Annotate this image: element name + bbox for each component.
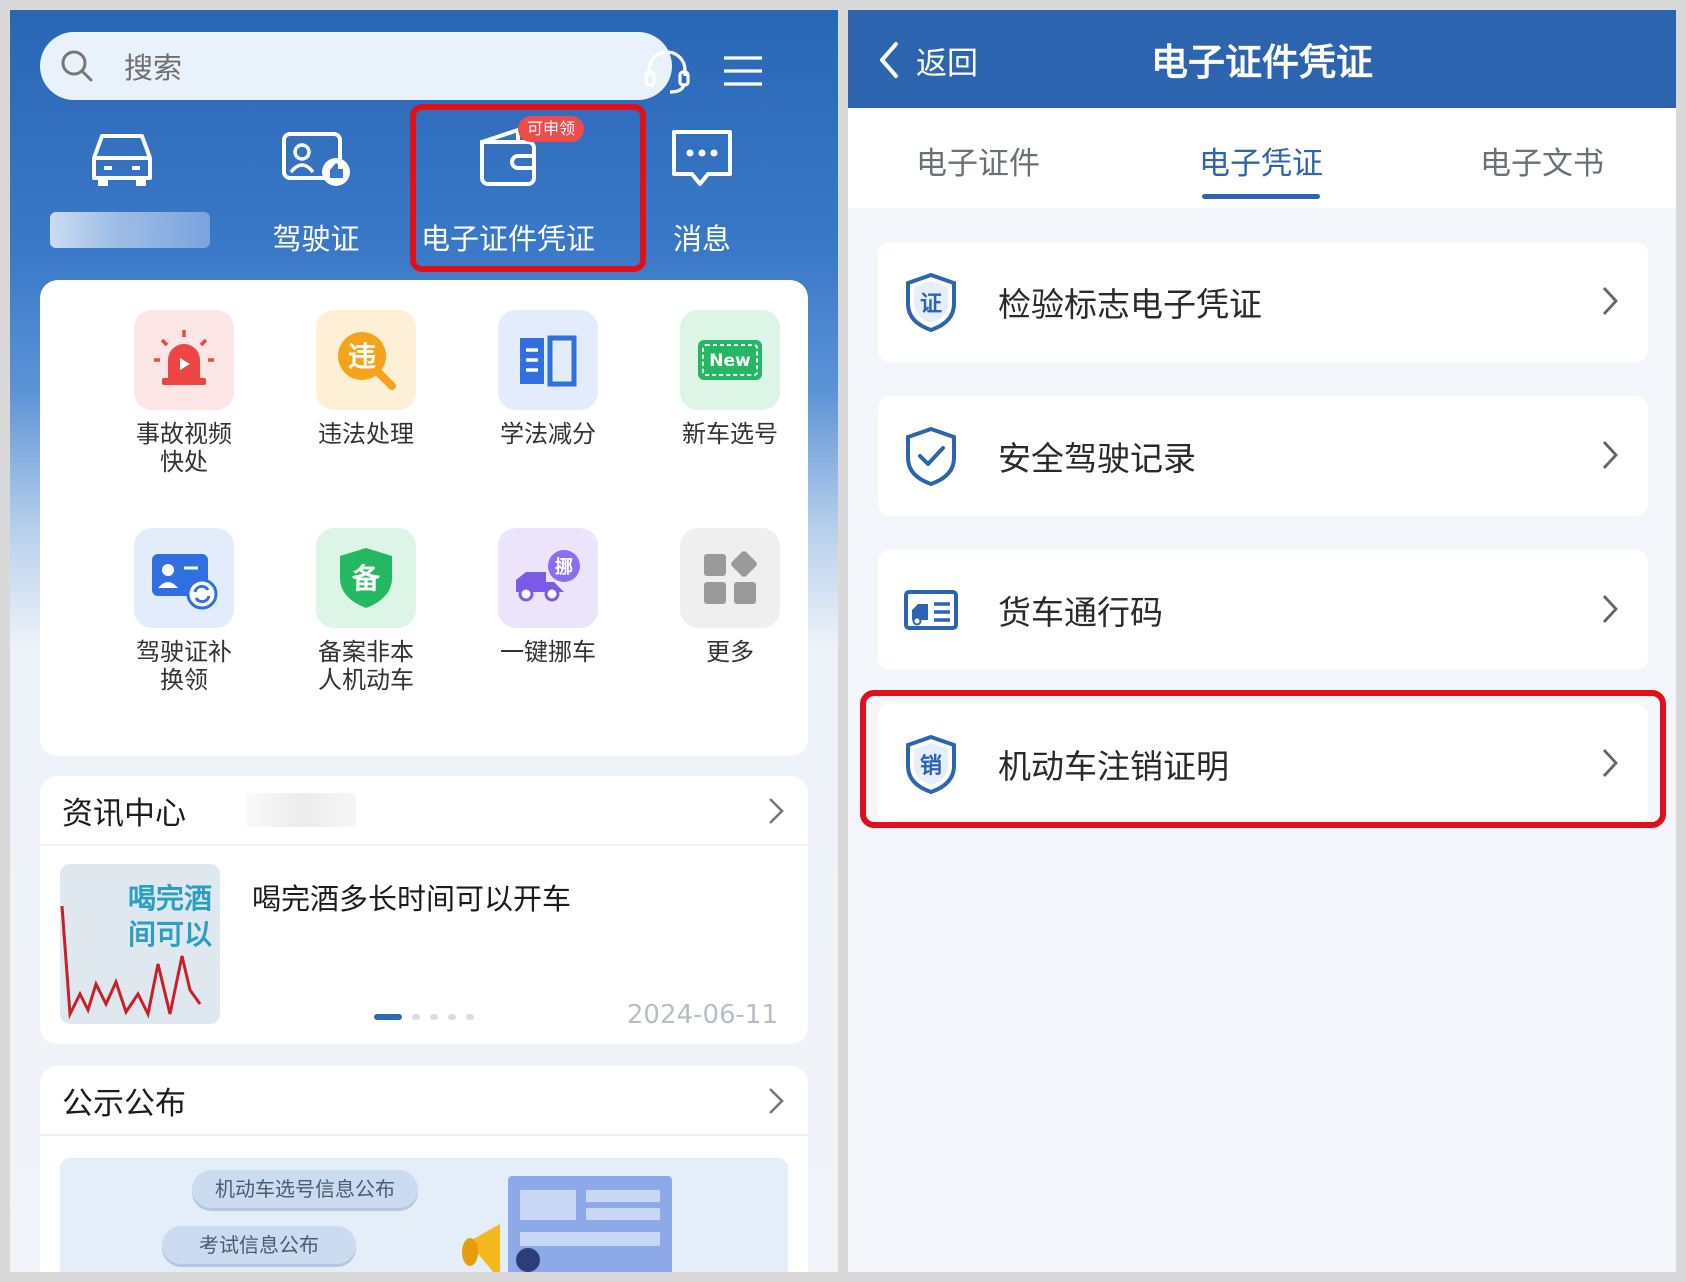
- highlight-box: [860, 690, 1666, 828]
- svc-record-vehicle[interactable]: 备 备案非本 人机动车: [276, 528, 456, 694]
- item-truck-pass-code[interactable]: 货车通行码: [878, 550, 1648, 670]
- news-date: 2024-06-11: [626, 1000, 778, 1030]
- chevron-right-icon: [1602, 441, 1618, 469]
- item-label: 检验标志电子凭证: [998, 285, 1262, 324]
- car-plate-blurred: [50, 212, 210, 248]
- row-icon-text: 证: [920, 292, 942, 317]
- tab-indicator: [1202, 194, 1320, 199]
- carousel-dots: [374, 1014, 474, 1020]
- id-swap-icon: [152, 554, 218, 610]
- shield-record-icon: 备: [340, 548, 392, 608]
- svc-license-renew[interactable]: 驾驶证补 换领: [94, 528, 274, 694]
- tab-e-cert[interactable]: 电子证件: [878, 138, 1078, 183]
- carousel-dot[interactable]: [412, 1014, 420, 1020]
- violation-icon: 违: [338, 332, 396, 390]
- svc-label: 违法处理: [318, 420, 414, 448]
- new-plate-icon: New: [698, 340, 762, 380]
- tab-e-document[interactable]: 电子文书: [1442, 138, 1642, 183]
- svc-more[interactable]: 更多: [640, 528, 820, 666]
- publication-header[interactable]: 公示公布: [40, 1066, 808, 1136]
- svc-label: 学法减分: [500, 420, 596, 448]
- search-icon: [61, 50, 93, 82]
- svc-icon-text: 备: [351, 562, 381, 595]
- truck-pass-icon: [904, 590, 958, 630]
- menu-icon[interactable]: [718, 46, 768, 96]
- news-card: 资讯中心 喝完酒 间可以 喝完酒多长时间可以开车 2024-06-11: [40, 776, 808, 1044]
- news-header[interactable]: 资讯中心: [40, 776, 808, 846]
- search-bar[interactable]: 搜索: [40, 32, 672, 100]
- svc-label: 事故视频 快处: [136, 420, 232, 476]
- tab-bar: 电子证件 电子凭证 电子文书: [848, 108, 1676, 208]
- license-thumb-icon: [282, 132, 350, 186]
- chevron-right-icon: [1602, 287, 1618, 315]
- publication-pill[interactable]: 考试信息公布: [162, 1226, 356, 1264]
- highlight-box: [410, 104, 646, 272]
- item-inspection-voucher[interactable]: 证 检验标志电子凭证: [878, 242, 1648, 362]
- svc-label: 驾驶证补 换领: [136, 638, 232, 694]
- quick-driver-license[interactable]: 驾驶证: [226, 120, 406, 258]
- thumb-text: 喝完酒: [128, 882, 212, 915]
- chevron-right-icon: [769, 798, 784, 824]
- publication-section-title: 公示公布: [62, 1085, 186, 1122]
- chevron-right-icon: [769, 1088, 784, 1114]
- headset-icon[interactable]: [642, 46, 692, 96]
- home-screen: 搜索 驾驶证 电子证件凭证 可申领 消息 事故视频 快处 违 违法处理 学法减分…: [10, 10, 838, 1272]
- carousel-dot[interactable]: [466, 1014, 474, 1020]
- news-tag-blurred: [246, 793, 356, 827]
- carousel-dot[interactable]: [448, 1014, 456, 1020]
- svc-violation[interactable]: 违 违法处理: [276, 310, 456, 448]
- quick-label: 消息: [672, 222, 731, 256]
- page-title: 电子证件凭证: [1151, 41, 1373, 84]
- car-icon: [92, 134, 152, 186]
- news-thumbnail[interactable]: 喝完酒 间可以: [60, 864, 220, 1024]
- tab-e-voucher[interactable]: 电子凭证: [1161, 138, 1361, 183]
- carousel-dot-active[interactable]: [374, 1014, 402, 1020]
- svc-label: 一键挪车: [500, 638, 596, 666]
- news-section-title: 资讯中心: [62, 795, 186, 832]
- alarm-icon: [154, 330, 214, 385]
- quick-label: 驾驶证: [272, 222, 360, 256]
- megaphone-illustration: [462, 1176, 672, 1272]
- cert-shield-icon: 证: [906, 272, 956, 332]
- message-icon: [672, 130, 732, 186]
- tow-truck-icon: 挪: [516, 550, 580, 602]
- quick-my-car[interactable]: [32, 120, 212, 196]
- item-label: 货车通行码: [998, 593, 1163, 632]
- svc-icon-text: 挪: [555, 556, 573, 578]
- services-card: 事故视频 快处 违 违法处理 学法减分 New 新车选号 驾驶证补 换领 备 备…: [40, 280, 808, 756]
- publication-banner[interactable]: 机动车选号信息公布 考试信息公布: [60, 1158, 788, 1272]
- more-grid-icon: [704, 551, 757, 604]
- news-item-title[interactable]: 喝完酒多长时间可以开车: [252, 876, 571, 918]
- svc-study-points[interactable]: 学法减分: [458, 310, 638, 448]
- thumb-text: 间可以: [128, 918, 212, 951]
- svc-new-plate[interactable]: New 新车选号: [640, 310, 820, 448]
- svc-icon-text: 违: [348, 340, 376, 373]
- item-safe-driving-record[interactable]: 安全驾驶记录: [878, 396, 1648, 516]
- svc-label: 新车选号: [682, 420, 778, 448]
- item-label: 安全驾驶记录: [998, 439, 1196, 478]
- svc-label: 更多: [706, 638, 754, 666]
- nav-header: 返回 电子证件凭证: [848, 10, 1676, 108]
- search-placeholder: 搜索: [124, 51, 183, 85]
- publication-pill[interactable]: 机动车选号信息公布: [192, 1170, 418, 1208]
- news-thumbnail-art: 喝完酒 间可以: [60, 882, 212, 1020]
- check-shield-icon: [906, 426, 956, 486]
- svc-label: 备案非本 人机动车: [318, 638, 414, 694]
- carousel-dot[interactable]: [430, 1014, 438, 1020]
- svc-accident-video[interactable]: 事故视频 快处: [94, 310, 274, 476]
- quick-messages[interactable]: 消息: [612, 120, 792, 258]
- chevron-right-icon: [1602, 595, 1618, 623]
- svc-move-car[interactable]: 挪 一键挪车: [458, 528, 638, 666]
- book-icon: [520, 335, 577, 387]
- publication-card: 公示公布 机动车选号信息公布 考试信息公布: [40, 1066, 808, 1272]
- e-certificate-screen: 返回 电子证件凭证 电子证件 电子凭证 电子文书 证 检验标志电子凭证 安全驾驶…: [848, 10, 1676, 1272]
- svc-icon-text: New: [709, 351, 751, 371]
